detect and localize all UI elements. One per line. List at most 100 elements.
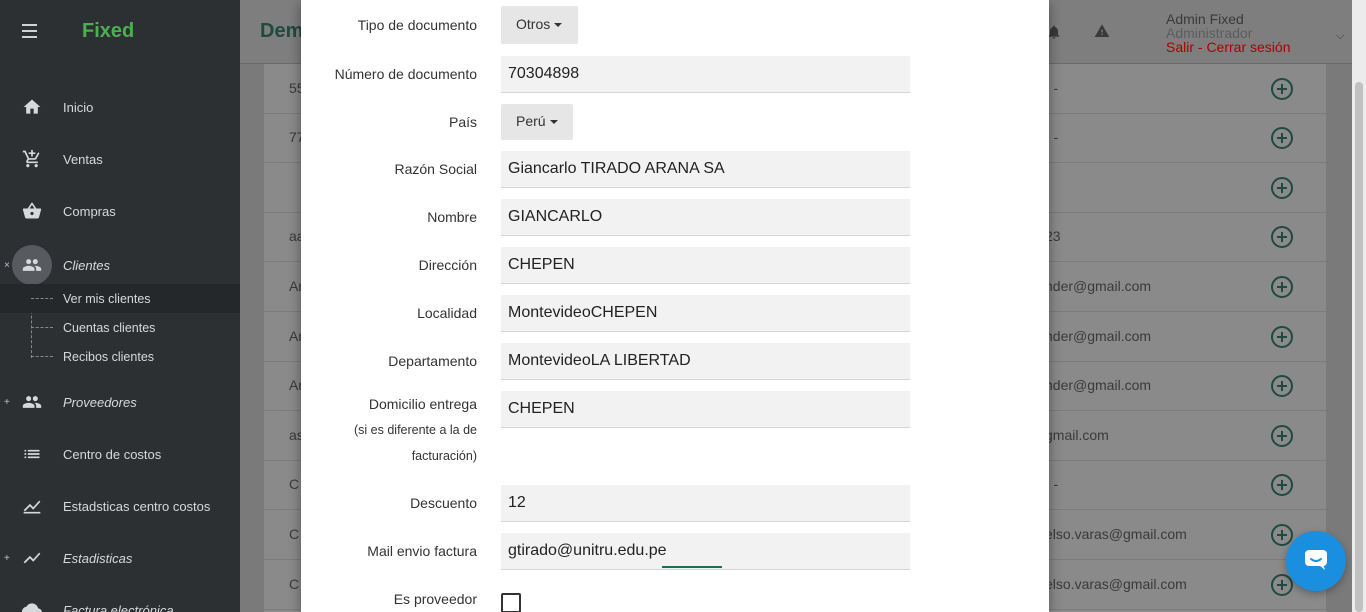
cart-icon <box>22 149 42 169</box>
add-circle-icon[interactable] <box>1270 325 1294 349</box>
sidebar-subitem-label: Recibos clientes <box>63 349 155 364</box>
page-scrollbar[interactable] <box>1352 0 1366 612</box>
table-cell: C <box>289 476 300 492</box>
sidebar-item-label: Proveedores <box>63 394 137 410</box>
sidebar-item-label: Estadisticas <box>63 550 133 566</box>
page-title: Dem <box>260 20 304 42</box>
table-cell: gmail.com <box>1045 427 1109 443</box>
sidebar-item-label: Clientes <box>63 257 110 273</box>
cloud-icon <box>22 600 42 612</box>
direccion-input[interactable]: CHEPEN <box>501 247 910 284</box>
chat-icon <box>1303 547 1329 576</box>
basket-icon <box>22 201 42 221</box>
sidebar-item-compras[interactable]: Compras <box>0 191 240 231</box>
expand-icon: + <box>4 552 10 564</box>
table-cell: elso.varas@gmail.com <box>1045 576 1187 592</box>
descuento-input[interactable]: 12 <box>501 485 910 522</box>
tree-dash <box>31 298 53 299</box>
hamburger-menu-icon[interactable] <box>22 24 37 38</box>
add-circle-icon[interactable] <box>1270 77 1294 101</box>
sidebar-subitem-cuentas-clientes[interactable]: Cuentas clientes <box>0 313 240 342</box>
sidebar-item-estadisticas[interactable]: + Estadisticas <box>0 538 240 578</box>
sidebar-subitem-label: Cuentas clientes <box>63 320 156 335</box>
people-icon <box>22 255 42 275</box>
sidebar-item-label: Inicio <box>63 99 94 115</box>
razon-social-input[interactable]: Giancarlo TIRADO ARANA SA <box>501 151 910 188</box>
pais-dropdown[interactable]: Perú <box>501 104 573 140</box>
sidebar-item-label: Compras <box>63 203 116 219</box>
table-cell: C <box>289 576 300 592</box>
numero-documento-label: Número de documento <box>334 66 477 82</box>
sidebar-subitem-ver-mis-clientes[interactable]: Ver mis clientes <box>0 284 240 313</box>
domicilio-entrega-label: Domicilio entrega (si es diferente a la … <box>354 391 477 469</box>
collapse-icon: × <box>4 259 10 271</box>
nombre-input[interactable]: GIANCARLO <box>501 199 910 236</box>
add-circle-icon[interactable] <box>1270 424 1294 448</box>
user-name: Admin Fixed <box>1166 11 1244 27</box>
domicilio-entrega-label-line1: Domicilio entrega <box>368 396 477 412</box>
expand-icon: + <box>4 396 10 408</box>
logout-link[interactable]: Salir - Cerrar sesión <box>1166 40 1290 54</box>
table-cell: nder@gmail.com <box>1045 328 1152 344</box>
home-icon <box>22 97 42 117</box>
sidebar-item-estadisticas-centro-costos[interactable]: Estadsticas centro costos <box>0 486 240 526</box>
user-menu[interactable]: Admin Fixed Administrador Salir - Cerrar… <box>1166 12 1290 54</box>
localidad-label: Localidad <box>417 305 477 321</box>
table-cell: C <box>289 526 300 542</box>
sidebar-item-label: Centro de costos <box>63 446 162 462</box>
add-circle-icon[interactable] <box>1270 176 1294 200</box>
domicilio-entrega-input[interactable]: CHEPEN <box>501 391 910 428</box>
descuento-label: Descuento <box>410 495 477 511</box>
scrollbar-thumb[interactable] <box>1355 82 1363 612</box>
razon-social-label: Razón Social <box>394 161 478 177</box>
tipo-documento-label: Tipo de documento <box>357 17 477 33</box>
brand-bar: Fixed <box>0 0 240 64</box>
departamento-label: Departamento <box>388 353 477 369</box>
sidebar-subitem-recibos-clientes[interactable]: Recibos clientes <box>0 342 240 371</box>
es-proveedor-checkbox[interactable] <box>501 593 521 612</box>
sidebar-item-factura-electronica[interactable]: Factura electrónica <box>0 590 240 612</box>
pais-label: País <box>448 114 477 130</box>
domicilio-entrega-label-line2: (si es diferente a la de <box>354 423 477 437</box>
mail-envio-input[interactable]: gtirado@unitru.edu.pe <box>501 533 910 570</box>
nombre-label: Nombre <box>427 209 477 225</box>
chat-launcher-button[interactable] <box>1286 531 1346 591</box>
add-circle-icon[interactable] <box>1270 374 1294 398</box>
edit-client-modal: Tipo de documento Otros Número de docume… <box>301 0 1049 612</box>
table-cell: elso.varas@gmail.com <box>1045 526 1187 542</box>
add-circle-icon[interactable] <box>1270 275 1294 299</box>
sidebar: Fixed Inicio Ventas Compras × Clientes V… <box>0 0 240 612</box>
user-role: Administrador <box>1166 25 1253 41</box>
tipo-documento-value: Otros <box>516 16 551 32</box>
input-focus-underline <box>662 566 722 568</box>
pais-value: Perú <box>516 113 546 129</box>
brand-logo[interactable]: Fixed <box>82 20 134 43</box>
sidebar-item-ventas[interactable]: Ventas <box>0 139 240 179</box>
table-cell: nder@gmail.com <box>1045 278 1152 294</box>
numero-documento-input[interactable]: 70304898 <box>501 56 910 93</box>
sidebar-item-label: Estadsticas centro costos <box>63 498 211 514</box>
warning-icon[interactable] <box>1094 23 1110 44</box>
sidebar-item-inicio[interactable]: Inicio <box>0 87 240 127</box>
direccion-label: Dirección <box>418 257 477 273</box>
sidebar-item-centro-de-costos[interactable]: Centro de costos <box>0 434 240 474</box>
tree-dash <box>31 327 53 328</box>
sidebar-item-proveedores[interactable]: + Proveedores <box>0 382 240 422</box>
localidad-input[interactable]: MontevideoCHEPEN <box>501 295 910 332</box>
add-circle-icon[interactable] <box>1270 473 1294 497</box>
tipo-documento-dropdown[interactable]: Otros <box>501 6 578 44</box>
caret-down-icon <box>549 120 558 125</box>
add-circle-icon[interactable] <box>1270 126 1294 150</box>
caret-down-icon <box>554 23 563 28</box>
es-proveedor-label: Es proveedor <box>393 591 477 607</box>
sidebar-item-clientes[interactable]: × Clientes <box>0 245 240 285</box>
sidebar-item-label: Factura electrónica <box>63 602 174 612</box>
people-icon <box>22 392 42 412</box>
departamento-input[interactable]: MontevideoLA LIBERTAD <box>501 343 910 380</box>
trending-icon <box>22 548 42 568</box>
tree-dash <box>31 356 53 357</box>
mail-envio-label: Mail envio factura <box>367 543 477 559</box>
sidebar-subitem-label: Ver mis clientes <box>63 291 151 306</box>
chevron-down-icon[interactable]: ⌵ <box>1336 30 1344 43</box>
add-circle-icon[interactable] <box>1270 225 1294 249</box>
